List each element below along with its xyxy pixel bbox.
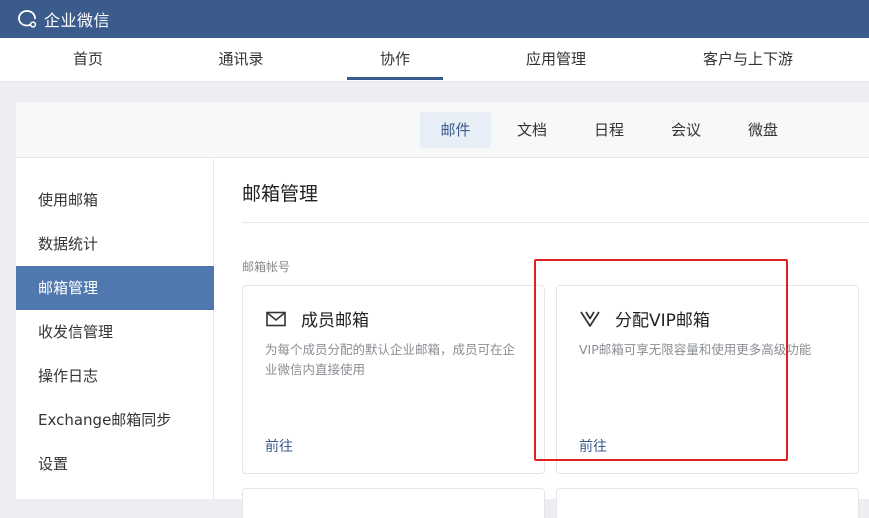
sidebar-item-exchange-sync[interactable]: Exchange邮箱同步 [16,398,214,442]
page-title: 邮箱管理 [242,183,319,205]
card-stub [242,488,545,518]
app-header: 企业微信 [0,0,869,38]
vip-mailbox-card[interactable]: 分配VIP邮箱 VIP邮箱可享无限容量和使用更多高级功能 前往 [556,285,859,474]
sidebar: 使用邮箱 数据统计 邮箱管理 收发信管理 操作日志 Exchange邮箱同步 设… [16,159,214,499]
card-title: 成员邮箱 [301,311,369,331]
card-description: 为每个成员分配的默认企业邮箱，成员可在企业微信内直接使用 [265,342,516,377]
main-nav-contacts[interactable]: 通讯录 [201,38,281,82]
main-nav-app-management[interactable]: 应用管理 [510,38,602,82]
main-panel: 邮件 文档 日程 会议 微盘 使用邮箱 数据统计 邮箱管理 收发信管理 操作日志… [16,102,869,518]
wecom-logo-icon [18,10,37,28]
content-area: 邮箱管理 邮箱帐号 成员邮箱 为每个成员分配的默认企业邮箱，成员可在企业微信内直… [215,159,869,518]
vip-mailbox-go-link[interactable]: 前往 [579,436,607,456]
section-label: 邮箱帐号 [242,260,291,274]
main-nav-customers[interactable]: 客户与上下游 [688,38,808,82]
mail-icon [266,311,286,326]
tab-docs[interactable]: 文档 [499,112,565,148]
app-title: 企业微信 [44,11,111,30]
card-header: 分配VIP邮箱 [579,306,710,331]
sidebar-item-settings[interactable]: 设置 [16,442,214,486]
card-description: VIP邮箱可享无限容量和使用更多高级功能 [579,342,812,357]
tab-meeting[interactable]: 会议 [653,112,719,148]
title-divider [242,222,869,223]
sidebar-item-use-mailbox[interactable]: 使用邮箱 [16,178,214,222]
main-nav-collaboration[interactable]: 协作 [347,38,443,82]
sidebar-item-statistics[interactable]: 数据统计 [16,222,214,266]
member-mailbox-go-link[interactable]: 前往 [265,436,293,456]
sidebar-item-send-receive[interactable]: 收发信管理 [16,310,214,354]
sidebar-item-operation-log[interactable]: 操作日志 [16,354,214,398]
card-header: 成员邮箱 [265,306,369,331]
tab-calendar[interactable]: 日程 [576,112,642,148]
main-nav-home[interactable]: 首页 [48,38,128,82]
card-title: 分配VIP邮箱 [615,311,710,331]
vip-v-icon [580,311,600,327]
tab-drive[interactable]: 微盘 [730,112,796,148]
sidebar-item-mailbox-management[interactable]: 邮箱管理 [16,266,214,310]
tab-mail[interactable]: 邮件 [420,112,491,148]
main-nav: 首页 通讯录 协作 应用管理 客户与上下游 [0,38,869,82]
card-stub [556,488,859,518]
member-mailbox-card[interactable]: 成员邮箱 为每个成员分配的默认企业邮箱，成员可在企业微信内直接使用 前往 [242,285,545,474]
sub-nav: 邮件 文档 日程 会议 微盘 [16,102,869,158]
